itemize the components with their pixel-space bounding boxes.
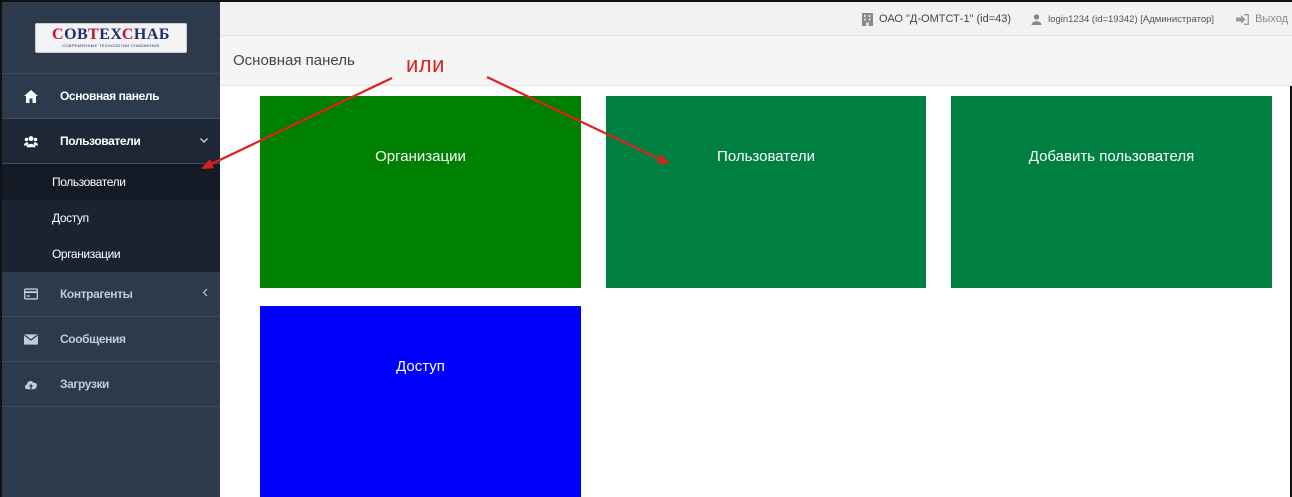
submenu-item-label: Пользователи [52,175,126,189]
sidebar-item-contractors[interactable]: Контрагенты [2,272,220,317]
users-submenu: Пользователи Доступ Организации [2,164,220,272]
cloud-upload-icon [24,377,38,391]
submenu-item-label: Организации [52,247,121,261]
sidebar-item-dashboard[interactable]: Основная панель [2,74,220,119]
sidebar-item-label: Основная панель [60,89,160,103]
company-logo[interactable]: СОВТЕХСНАБ современные технологии снабже… [35,22,187,53]
building-icon [862,12,873,26]
home-icon [24,89,38,103]
chevron-down-icon [200,136,208,147]
users-icon [24,134,38,148]
logout-icon [1236,13,1250,25]
card-icon [24,287,38,301]
tile-label: Добавить пользователя [1028,148,1195,165]
submenu-item-users[interactable]: Пользователи [2,164,220,200]
sidebar-item-label: Пользователи [60,134,141,148]
tile-organizations[interactable]: Организации [260,96,581,288]
logo-wordmark: СОВТЕХСНАБ [52,25,170,43]
user-label: login1234 (id=19342) [Администратор] [1048,13,1215,25]
logout-link[interactable]: Выход [1236,13,1288,25]
sidebar: СОВТЕХСНАБ современные технологии снабже… [2,2,220,497]
submenu-item-access[interactable]: Доступ [2,200,220,236]
sidebar-item-messages[interactable]: Сообщения [2,317,220,362]
sidebar-item-downloads[interactable]: Загрузки [2,362,220,407]
sidebar-item-label: Сообщения [60,332,126,346]
sidebar-item-label: Загрузки [60,377,110,391]
logo-area: СОВТЕХСНАБ современные технологии снабже… [2,2,220,74]
sidebar-item-label: Контрагенты [60,287,133,301]
tile-access[interactable]: Доступ [260,306,581,497]
tile-add-user[interactable]: Добавить пользователя [951,96,1272,288]
submenu-item-organizations[interactable]: Организации [2,236,220,272]
tile-label: Доступ [396,358,445,375]
sidebar-item-users[interactable]: Пользователи [2,119,220,164]
chevron-left-icon [202,288,208,300]
logo-tagline: современные технологии снабжения [62,42,160,48]
page-title: Основная панель [233,52,355,69]
current-organization[interactable]: ОАО "Д-ОМТСТ-1" (id=43) [862,12,1012,26]
annotation-label: или [406,52,445,77]
envelope-icon [24,332,38,346]
tile-label: Организации [375,148,466,165]
user-icon [1031,13,1042,25]
organization-label: ОАО "Д-ОМТСТ-1" (id=43) [879,13,1012,25]
submenu-item-label: Доступ [52,211,89,225]
page-header: Основная панель [220,36,1292,86]
top-bar: ОАО "Д-ОМТСТ-1" (id=43) login1234 (id=19… [220,2,1292,36]
tile-label: Пользователи [717,148,815,165]
tile-users[interactable]: Пользователи [606,96,926,288]
current-user[interactable]: login1234 (id=19342) [Администратор] [1031,14,1214,25]
logout-label: Выход [1255,13,1288,25]
